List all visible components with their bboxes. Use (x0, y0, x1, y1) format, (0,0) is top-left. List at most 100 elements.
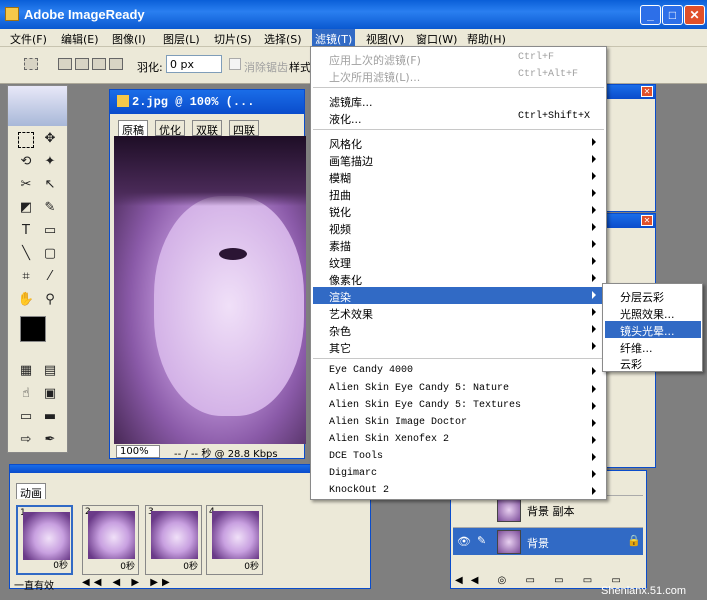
marquee-preset-icon[interactable] (24, 58, 38, 70)
menu-layer[interactable]: 图层(L) (163, 31, 200, 47)
magic-wand-tool-icon[interactable]: ✦ (40, 153, 60, 171)
frame-delay[interactable]: 0秒 (183, 559, 198, 572)
slice-select-tool-icon[interactable]: ↖ (40, 176, 60, 194)
menu-slice[interactable]: 切片(S) (214, 31, 252, 47)
new-selection-icon[interactable] (58, 58, 72, 70)
tab-original[interactable]: 原稿 (118, 120, 148, 137)
layer-row-selected[interactable]: 👁 ✎ 背景 🔒 (453, 527, 643, 555)
rollover-preview-icon[interactable]: ☝ (16, 385, 36, 403)
menu-item-distort[interactable]: 扭曲 (313, 185, 604, 202)
menu-help[interactable]: 帮助(H) (467, 31, 506, 47)
menu-item-render[interactable]: 渲染 (313, 287, 604, 304)
animation-frame[interactable]: 10秒 (16, 505, 73, 575)
animation-frame[interactable]: 20秒 (82, 505, 139, 575)
zoom-select[interactable]: 100% (116, 445, 160, 458)
animation-frame[interactable]: 30秒 (145, 505, 202, 575)
marquee-tool-icon[interactable] (18, 132, 34, 148)
jump-to-photoshop-icon[interactable]: ⇨ (16, 431, 36, 449)
rectangle-tool-icon[interactable]: ▭ (40, 222, 60, 240)
move-tool-icon[interactable]: ✥ (40, 130, 60, 148)
document-image[interactable] (114, 136, 306, 444)
menu-item-filter-gallery[interactable]: 滤镜库... (313, 92, 604, 109)
feather-input[interactable]: 0 px (166, 55, 222, 73)
subtract-selection-icon[interactable] (92, 58, 106, 70)
app-title: Adobe ImageReady (24, 7, 145, 22)
edit-in-photoshop-icon[interactable]: ✒ (40, 431, 60, 449)
menu-item-last-filter: 应用上次的滤镜(F) Ctrl+F (329, 52, 555, 67)
menu-item-artistic[interactable]: 艺术效果 (313, 304, 604, 321)
full-screen-icon[interactable]: ▬ (40, 408, 60, 426)
download-time-status[interactable]: -- / -- 秒 @ 28.8 Kbps (174, 445, 278, 460)
menu-window[interactable]: 窗口(W) (416, 31, 457, 47)
menu-image[interactable]: 图像(I) (112, 31, 146, 47)
frame-delay[interactable]: 0秒 (244, 559, 259, 572)
intersect-selection-icon[interactable] (109, 58, 123, 70)
menu-select[interactable]: 选择(S) (264, 31, 302, 47)
menu-item-dce-tools[interactable]: DCE Tools (313, 449, 604, 466)
menu-item-sketch[interactable]: 素描 (313, 236, 604, 253)
eraser-tool-icon[interactable]: ◩ (16, 199, 36, 217)
shape-tool-icon[interactable]: ▢ (40, 245, 60, 263)
brush-tool-icon[interactable]: ✎ (40, 199, 60, 217)
menu-item-other[interactable]: 其它 (313, 338, 604, 355)
foreground-color-swatch[interactable] (20, 316, 46, 342)
animation-frame[interactable]: 40秒 (206, 505, 263, 575)
menu-view[interactable]: 视图(V) (366, 31, 404, 47)
color-panel-close-icon[interactable]: ✕ (641, 215, 653, 226)
menu-item-xenofex-2[interactable]: Alien Skin Xenofex 2 (313, 432, 604, 449)
add-selection-icon[interactable] (75, 58, 89, 70)
maximize-button[interactable]: □ (662, 5, 683, 25)
menu-item-eye-candy-5-textures[interactable]: Alien Skin Eye Candy 5: Textures (313, 398, 604, 415)
menu-item-video[interactable]: 视频 (313, 219, 604, 236)
submenu-item-clouds[interactable]: 云彩 (605, 354, 701, 371)
slice-tool-icon[interactable]: ✂ (16, 176, 36, 194)
menu-item-noise[interactable]: 杂色 (313, 321, 604, 338)
zoom-tool-icon[interactable]: ⚲ (40, 291, 60, 309)
lasso-tool-icon[interactable]: ⟲ (16, 153, 36, 171)
frame-delay[interactable]: 0秒 (120, 559, 135, 572)
menu-item-blur[interactable]: 模糊 (313, 168, 604, 185)
menu-item-liquify[interactable]: 液化... Ctrl+Shift+X (313, 109, 604, 126)
type-tool-icon[interactable]: T (16, 222, 36, 240)
eyedropper-tool-icon[interactable]: ⁄ (40, 268, 60, 286)
menu-edit[interactable]: 编辑(E) (61, 31, 99, 47)
tab-2up[interactable]: 双联 (192, 120, 222, 137)
document-titlebar[interactable]: 2.jpg @ 100% (... (110, 90, 304, 114)
menu-item-eye-candy-4000[interactable]: Eye Candy 4000 (313, 363, 604, 380)
hand-tool-icon[interactable]: ✋ (16, 291, 36, 309)
menu-item-pixelate[interactable]: 像素化 (313, 270, 604, 287)
toggle-slices-icon[interactable]: ▤ (40, 362, 60, 380)
optimize-panel-close-icon[interactable]: ✕ (641, 86, 653, 97)
toolbox-logo (8, 86, 67, 126)
menu-item-digimarc[interactable]: Digimarc (313, 466, 604, 483)
frame-delay[interactable]: 0秒 (53, 558, 68, 571)
menu-item-stylize[interactable]: 风格化 (313, 134, 604, 151)
filter-menu: 应用上次的滤镜(F) Ctrl+F 上次所用滤镜(L)... Ctrl+Alt+F … (310, 46, 607, 500)
tab-optimized[interactable]: 优化 (155, 120, 185, 137)
standard-screen-icon[interactable]: ▭ (16, 408, 36, 426)
submenu-item-lighting-effects[interactable]: 光照效果... (605, 304, 701, 321)
menu-item-knockout-2[interactable]: KnockOut 2 (313, 483, 604, 500)
menu-item-brush-strokes[interactable]: 画笔描边 (313, 151, 604, 168)
menu-filter[interactable]: 滤镜(T) (312, 29, 356, 47)
tab-animation[interactable]: 动画 (16, 483, 46, 500)
image-map-tool-icon[interactable]: ▦ (16, 362, 36, 380)
antialias-checkbox[interactable] (229, 58, 241, 70)
line-tool-icon[interactable]: ╲ (16, 245, 36, 263)
menu-file[interactable]: 文件(F) (10, 31, 47, 47)
submenu-item-difference-clouds[interactable]: 分层云彩 (605, 287, 701, 304)
menu-item-eye-candy-5-nature[interactable]: Alien Skin Eye Candy 5: Nature (313, 381, 604, 398)
eye-icon[interactable]: 👁 (457, 535, 471, 548)
submenu-item-lens-flare[interactable]: 镜头光晕... (605, 321, 701, 338)
menu-item-sharpen[interactable]: 锐化 (313, 202, 604, 219)
menu-item-texture[interactable]: 纹理 (313, 253, 604, 270)
loop-select[interactable]: 一直有效 (14, 577, 54, 592)
tab-4up[interactable]: 四联 (229, 120, 259, 137)
menu-item-image-doctor[interactable]: Alien Skin Image Doctor (313, 415, 604, 432)
preview-document-icon[interactable]: ▣ (40, 385, 60, 403)
close-button[interactable]: ✕ (684, 5, 705, 25)
playback-controls[interactable]: ◀◀ ◀ ▶ ▶▶ (82, 577, 174, 588)
submenu-item-fibers[interactable]: 纤维... (605, 338, 701, 355)
minimize-button[interactable]: _ (640, 5, 661, 25)
crop-tool-icon[interactable]: ⌗ (16, 268, 36, 286)
